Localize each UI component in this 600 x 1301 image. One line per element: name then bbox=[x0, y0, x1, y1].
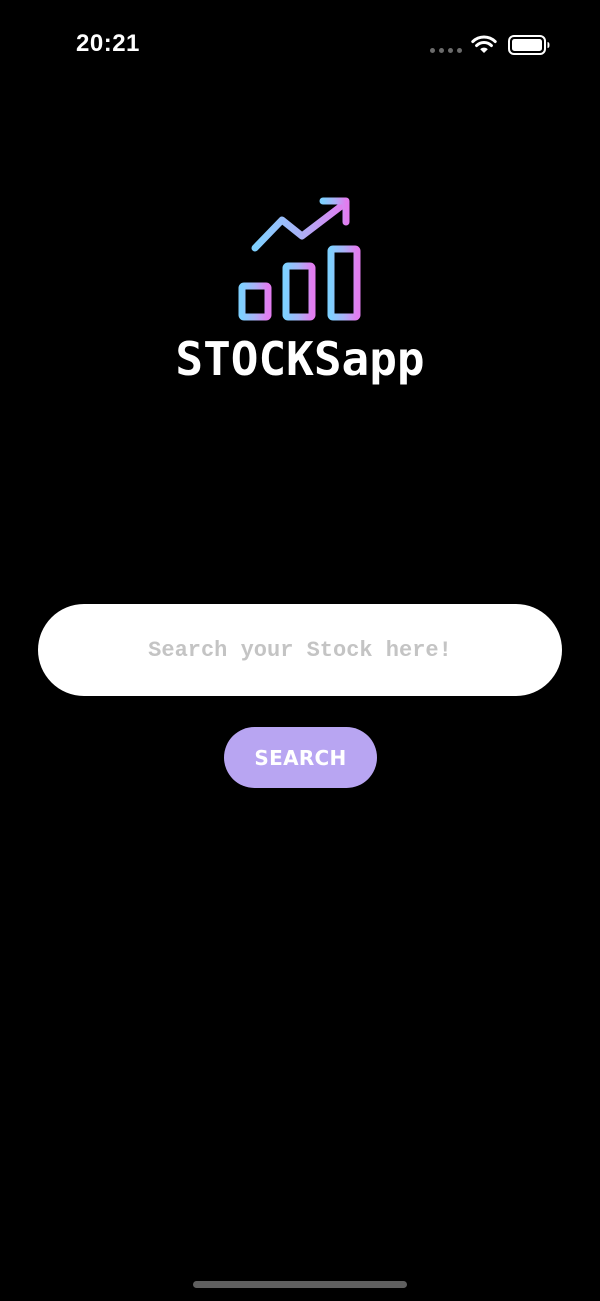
home-indicator[interactable] bbox=[193, 1281, 407, 1288]
status-time: 20:21 bbox=[76, 30, 140, 57]
battery-icon bbox=[508, 35, 550, 55]
status-bar: 20:21 bbox=[0, 0, 600, 90]
stock-logo-icon bbox=[238, 197, 361, 321]
wifi-icon bbox=[471, 35, 497, 53]
search-input[interactable] bbox=[38, 604, 562, 696]
search-button[interactable]: SEARCH bbox=[224, 727, 377, 788]
app-title: STOCKSapp bbox=[175, 332, 425, 386]
signal-dots-icon bbox=[430, 48, 462, 53]
